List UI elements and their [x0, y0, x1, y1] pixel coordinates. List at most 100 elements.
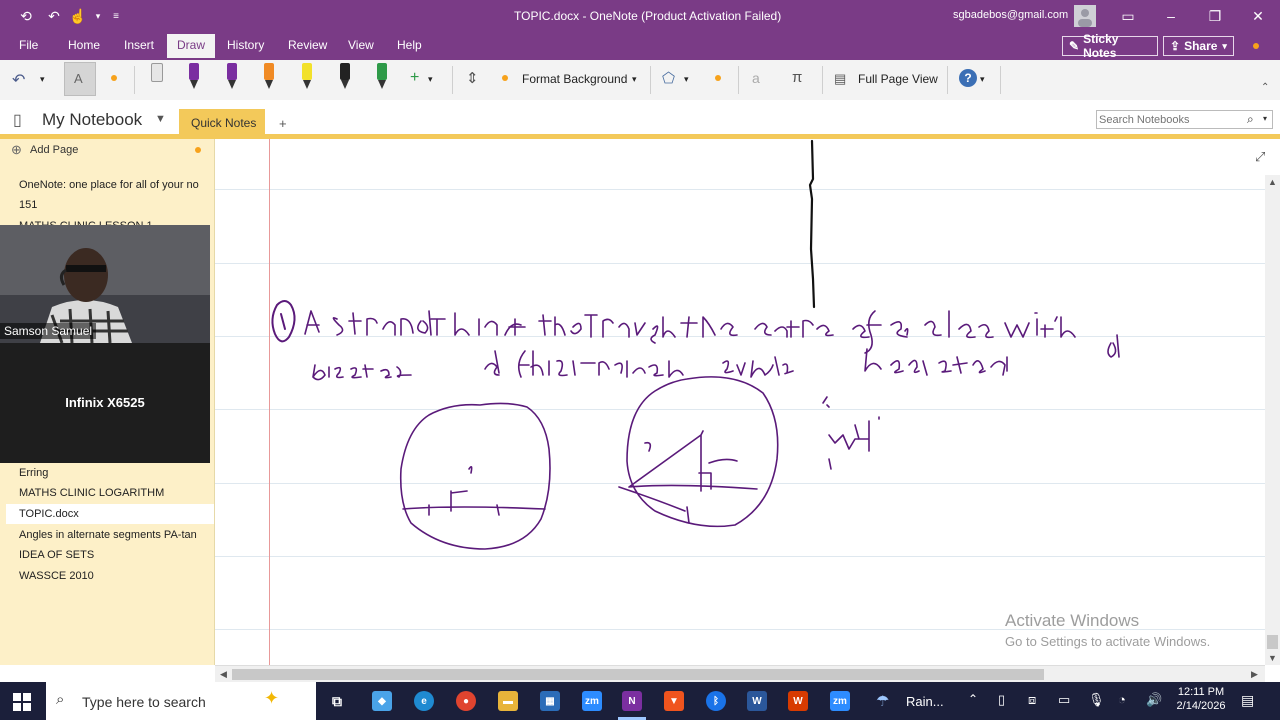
add-page-button[interactable]: ⊕ Add Page: [0, 139, 214, 161]
copilot-icon[interactable]: ◆: [372, 691, 392, 711]
zoom-icon[interactable]: zm: [582, 691, 602, 711]
task-view-icon[interactable]: ⧉: [327, 691, 347, 711]
chevron-down-icon[interactable]: ▾: [684, 74, 689, 85]
touch-mode-icon[interactable]: ☝: [68, 6, 88, 26]
chevron-down-icon[interactable]: ▼: [155, 113, 166, 125]
pen-tool-4[interactable]: [261, 63, 277, 91]
help-icon[interactable]: ?: [959, 69, 977, 87]
notebook-name[interactable]: My Notebook: [42, 110, 142, 130]
notifications-icon[interactable]: ▤: [1241, 692, 1254, 709]
zoom-icon-2[interactable]: zm: [830, 691, 850, 711]
ink-color-dot[interactable]: [715, 75, 721, 81]
collapse-ribbon-icon[interactable]: ⌃: [1261, 82, 1269, 93]
tab-history[interactable]: History: [227, 38, 264, 52]
wifi-icon[interactable]: ◔: [1118, 692, 1126, 707]
battery-icon[interactable]: ▭: [1058, 692, 1070, 708]
weather-text[interactable]: Rain...: [906, 694, 944, 709]
customize-qat-icon[interactable]: ≡: [106, 6, 126, 26]
ink-to-text-icon[interactable]: a: [752, 70, 760, 86]
ink-to-math-icon[interactable]: π: [792, 69, 802, 86]
restore-icon[interactable]: ❐: [1205, 6, 1225, 26]
ribbon-display-icon[interactable]: ▭: [1118, 6, 1138, 26]
insert-space-icon[interactable]: ⇕: [466, 69, 479, 87]
add-section-button[interactable]: +: [279, 116, 287, 131]
undo-icon[interactable]: ↶: [12, 70, 25, 90]
eraser-dot[interactable]: [111, 75, 117, 81]
user-email[interactable]: sgbadebos@gmail.com: [953, 9, 1068, 21]
edge-icon[interactable]: e: [414, 691, 434, 711]
word-icon[interactable]: W: [747, 691, 767, 711]
scroll-thumb[interactable]: [232, 669, 1044, 680]
start-icon[interactable]: [13, 693, 31, 711]
video-tile-device[interactable]: Infinix X6525: [0, 343, 210, 463]
shapes-icon[interactable]: ⬠: [662, 69, 675, 87]
tab-view[interactable]: View: [348, 38, 374, 52]
page-item[interactable]: OneNote: one place for all of your no: [19, 179, 209, 191]
pen-tool-3[interactable]: [224, 63, 240, 91]
page-item[interactable]: IDEA OF SETS: [19, 549, 94, 561]
vertical-scrollbar[interactable]: ▲ ▼: [1265, 175, 1280, 665]
tab-home[interactable]: Home: [68, 38, 100, 52]
microphone-icon[interactable]: 🎙: [1088, 692, 1105, 708]
volume-icon[interactable]: 🔊: [1146, 692, 1162, 708]
taskbar-search-box[interactable]: ⌕ Type here to search ✦: [46, 682, 316, 720]
onenote-icon[interactable]: N: [622, 691, 642, 711]
chevron-down-icon[interactable]: ▾: [980, 74, 985, 85]
page-item[interactable]: MATHS CLINIC LOGARITHM: [19, 487, 164, 499]
back-icon[interactable]: ⟲: [16, 6, 36, 26]
tab-file[interactable]: File: [19, 38, 38, 52]
search-icon[interactable]: ⌕: [1247, 112, 1254, 127]
highlighter-tool[interactable]: [299, 63, 315, 91]
pen-tool-5[interactable]: [337, 63, 353, 91]
section-tab-quick-notes[interactable]: Quick Notes: [179, 109, 265, 134]
note-canvas[interactable]: ⤢ Activate Windows Go to Settings to act…: [215, 139, 1265, 665]
tab-help[interactable]: Help: [397, 38, 422, 52]
lasso-text-mode-button[interactable]: A: [64, 62, 96, 96]
tablet-icon[interactable]: ▯: [998, 692, 1005, 708]
tab-review[interactable]: Review: [288, 38, 327, 52]
scroll-up-icon[interactable]: ▲: [1268, 177, 1277, 187]
chevron-down-icon[interactable]: ▾: [40, 74, 45, 85]
page-item[interactable]: Angles in alternate segments PA-tan: [19, 529, 197, 541]
bluetooth-icon[interactable]: ᛒ: [706, 691, 726, 711]
scroll-left-icon[interactable]: ◀: [220, 669, 227, 680]
sticky-notes-button[interactable]: ✎ Sticky Notes: [1062, 32, 1158, 60]
chevron-down-icon[interactable]: ▾: [1263, 114, 1267, 123]
scroll-down-icon[interactable]: ▼: [1268, 653, 1277, 663]
brave-icon[interactable]: ▼: [664, 691, 684, 711]
show-hidden-icons[interactable]: ⌃: [968, 692, 978, 706]
page-item[interactable]: 151: [19, 199, 37, 211]
pen-tool-6[interactable]: [374, 63, 390, 91]
chevron-down-icon[interactable]: ▾: [428, 74, 433, 85]
store-icon[interactable]: ▦: [540, 691, 560, 711]
screen-icon[interactable]: ⧈: [1028, 692, 1036, 708]
close-icon[interactable]: ✕: [1248, 6, 1268, 26]
scroll-thumb[interactable]: [1267, 635, 1278, 649]
search-notebooks-box[interactable]: ⌕ ▾: [1096, 110, 1273, 129]
tab-draw[interactable]: Draw: [167, 34, 216, 58]
avatar[interactable]: [1074, 5, 1096, 27]
format-background-button[interactable]: Format Background ▾: [516, 64, 644, 94]
tab-insert[interactable]: Insert: [124, 38, 154, 52]
file-explorer-icon[interactable]: ▬: [498, 691, 518, 711]
scroll-right-icon[interactable]: ▶: [1251, 669, 1258, 680]
page-item-selected[interactable]: TOPIC.docx: [6, 504, 214, 524]
ruler-dot[interactable]: [502, 75, 508, 81]
clock[interactable]: 12:11 PM 2/14/2026: [1172, 686, 1230, 718]
chrome-icon[interactable]: ●: [456, 691, 476, 711]
share-button[interactable]: ⇪ Share ▾: [1163, 36, 1234, 56]
full-page-view-button[interactable]: ▤ Full Page View: [830, 64, 942, 94]
wps-icon[interactable]: W: [788, 691, 808, 711]
pen-tool-1[interactable]: [148, 63, 164, 91]
undo-icon[interactable]: ↶: [44, 6, 64, 26]
horizontal-scrollbar[interactable]: ◀ ▶: [215, 665, 1265, 683]
video-tile-presenter[interactable]: Samson Samuel: [0, 225, 210, 344]
page-item[interactable]: WASSCE 2010: [19, 570, 94, 582]
weather-icon[interactable]: ☂: [876, 692, 889, 710]
search-input[interactable]: [1099, 112, 1239, 127]
chevron-down-icon[interactable]: ▾: [88, 6, 108, 26]
page-item[interactable]: Erring: [19, 467, 48, 479]
add-pen-icon[interactable]: +: [410, 69, 419, 87]
minimize-icon[interactable]: –: [1161, 6, 1181, 26]
pen-tool-2[interactable]: [186, 63, 202, 91]
